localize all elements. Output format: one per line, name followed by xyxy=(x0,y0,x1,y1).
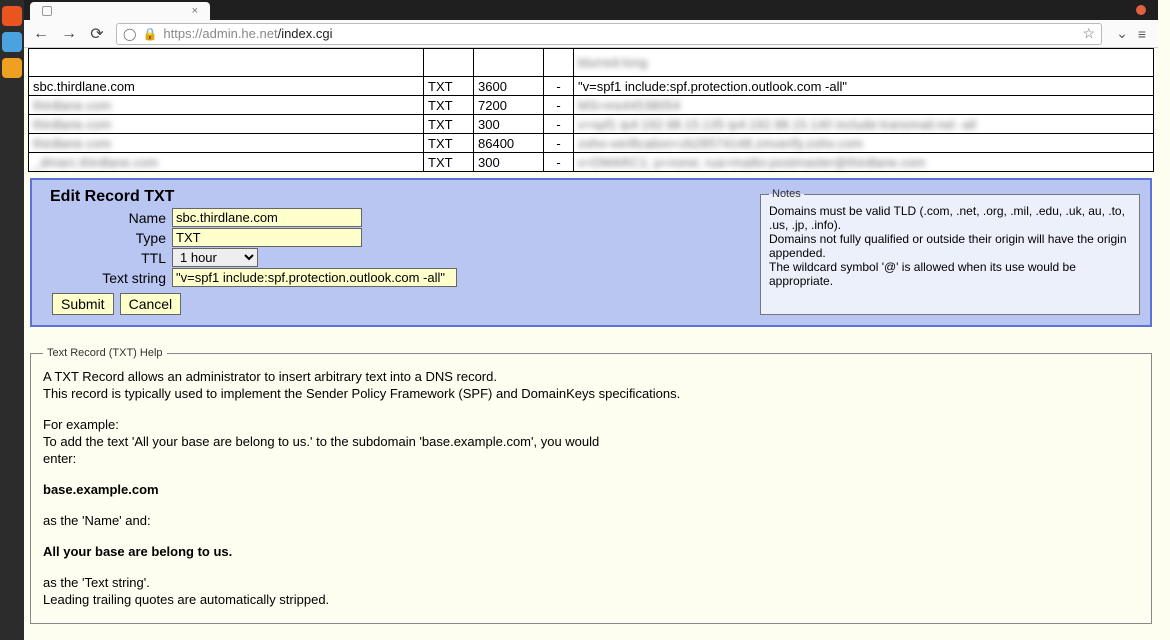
browser-window: × ← → ⟳ ◯ 🔒 https://admin.he.net/index.c… xyxy=(24,0,1158,640)
browser-toolbar: ← → ⟳ ◯ 🔒 https://admin.he.net/index.cgi… xyxy=(24,20,1158,48)
type-input[interactable] xyxy=(172,228,362,247)
bookmark-star-icon[interactable]: ☆ xyxy=(1083,25,1096,42)
text-string-input[interactable] xyxy=(172,268,457,287)
forward-button[interactable]: → xyxy=(60,25,78,43)
notes-line: Domains not fully qualified or outside t… xyxy=(769,232,1131,260)
table-cell: TXT xyxy=(424,153,474,172)
pocket-icon[interactable]: ⌄ xyxy=(1116,25,1128,42)
table-row[interactable]: _dmarc.thirdlane.comTXT300-v=DMARC1; p=n… xyxy=(29,153,1154,172)
help-text: Leading trailing quotes are automaticall… xyxy=(43,592,1139,607)
lock-icon[interactable]: 🔒 xyxy=(142,27,157,41)
table-cell xyxy=(544,49,574,77)
panel-title: Edit Record TXT xyxy=(50,188,642,206)
table-cell: thirdlane.com xyxy=(29,134,424,153)
shield-icon[interactable]: ◯ xyxy=(123,27,136,41)
cancel-button[interactable]: Cancel xyxy=(120,293,182,315)
reload-button[interactable]: ⟳ xyxy=(88,25,106,43)
page-content: blurred-longsbc.thirdlane.comTXT3600-"v=… xyxy=(24,48,1158,640)
table-cell: TXT xyxy=(424,96,474,115)
help-text: All your base are belong to us. xyxy=(43,544,1139,559)
submit-button[interactable]: Submit xyxy=(52,293,114,315)
window-close-icon[interactable] xyxy=(1136,5,1146,15)
table-cell: MS=ms44538054 xyxy=(574,96,1154,115)
dock-item[interactable] xyxy=(2,32,22,52)
table-row[interactable]: thirdlane.comTXT300-v=spf1 ip4:192.98.15… xyxy=(29,115,1154,134)
label-name: Name xyxy=(42,210,172,226)
table-cell: - xyxy=(544,77,574,96)
ttl-select[interactable]: 1 hour xyxy=(172,248,258,267)
table-cell: TXT xyxy=(424,134,474,153)
table-cell: 300 xyxy=(474,153,544,172)
table-cell: v=spf1 ip4:192.98.15.135 ip4:192.98.15.1… xyxy=(574,115,1154,134)
table-cell: - xyxy=(544,115,574,134)
table-cell: - xyxy=(544,134,574,153)
dock-item[interactable] xyxy=(2,6,22,26)
table-cell: v=DMARC1; p=none; rua=mailto:postmaster@… xyxy=(574,153,1154,172)
notes-line: The wildcard symbol '@' is allowed when … xyxy=(769,260,1131,288)
table-cell: thirdlane.com xyxy=(29,96,424,115)
table-row[interactable]: thirdlane.comTXT7200-MS=ms44538054 xyxy=(29,96,1154,115)
help-text: as the 'Text string'. xyxy=(43,575,1139,590)
table-cell: 3600 xyxy=(474,77,544,96)
notes-line: Domains must be valid TLD (.com, .net, .… xyxy=(769,204,1131,232)
notes-box: Notes Domains must be valid TLD (.com, .… xyxy=(760,188,1140,315)
table-cell: _dmarc.thirdlane.com xyxy=(29,153,424,172)
url-host: https://admin.he.net/index.cgi xyxy=(163,26,332,41)
help-box: Text Record (TXT) Help A TXT Record allo… xyxy=(30,347,1152,624)
browser-tab[interactable]: × xyxy=(30,2,210,20)
table-row[interactable]: thirdlane.comTXT86400-zoho-verification=… xyxy=(29,134,1154,153)
help-text: A TXT Record allows an administrator to … xyxy=(43,369,1139,384)
dock-item[interactable] xyxy=(2,58,22,78)
tab-favicon xyxy=(42,6,52,16)
os-dock xyxy=(0,0,24,640)
table-cell: TXT xyxy=(424,115,474,134)
table-cell: zoho-verification=zb28574148.zmverify.zo… xyxy=(574,134,1154,153)
table-cell xyxy=(424,49,474,77)
table-cell: TXT xyxy=(424,77,474,96)
table-cell: - xyxy=(544,96,574,115)
notes-legend: Notes xyxy=(769,188,804,200)
help-text: enter: xyxy=(43,451,1139,466)
table-cell xyxy=(474,49,544,77)
help-text: as the 'Name' and: xyxy=(43,513,1139,528)
label-type: Type xyxy=(42,230,172,246)
table-row[interactable]: sbc.thirdlane.comTXT3600-"v=spf1 include… xyxy=(29,77,1154,96)
edit-record-panel: Edit Record TXT Name Type TTL 1 hour xyxy=(30,178,1152,327)
table-cell: 86400 xyxy=(474,134,544,153)
table-cell: "v=spf1 include:spf.protection.outlook.c… xyxy=(574,77,1154,96)
menu-icon[interactable]: ≡ xyxy=(1138,26,1146,42)
table-cell: 7200 xyxy=(474,96,544,115)
tab-bar: × xyxy=(24,0,1158,20)
label-text: Text string xyxy=(42,270,172,286)
close-icon[interactable]: × xyxy=(192,2,198,20)
table-cell: 300 xyxy=(474,115,544,134)
help-text: For example: xyxy=(43,417,1139,432)
table-cell: thirdlane.com xyxy=(29,115,424,134)
table-cell: sbc.thirdlane.com xyxy=(29,77,424,96)
help-text: base.example.com xyxy=(43,482,1139,497)
table-cell xyxy=(29,49,424,77)
label-ttl: TTL xyxy=(42,250,172,266)
back-button[interactable]: ← xyxy=(32,25,50,43)
table-cell: - xyxy=(544,153,574,172)
table-cell: blurred-long xyxy=(574,49,1154,77)
help-text: To add the text 'All your base are belon… xyxy=(43,434,1139,449)
url-bar[interactable]: ◯ 🔒 https://admin.he.net/index.cgi ☆ xyxy=(116,23,1102,45)
table-row[interactable]: blurred-long xyxy=(29,49,1154,77)
help-text: This record is typically used to impleme… xyxy=(43,386,1139,401)
help-legend: Text Record (TXT) Help xyxy=(43,347,167,359)
dns-records-table: blurred-longsbc.thirdlane.comTXT3600-"v=… xyxy=(28,48,1154,172)
name-input[interactable] xyxy=(172,208,362,227)
